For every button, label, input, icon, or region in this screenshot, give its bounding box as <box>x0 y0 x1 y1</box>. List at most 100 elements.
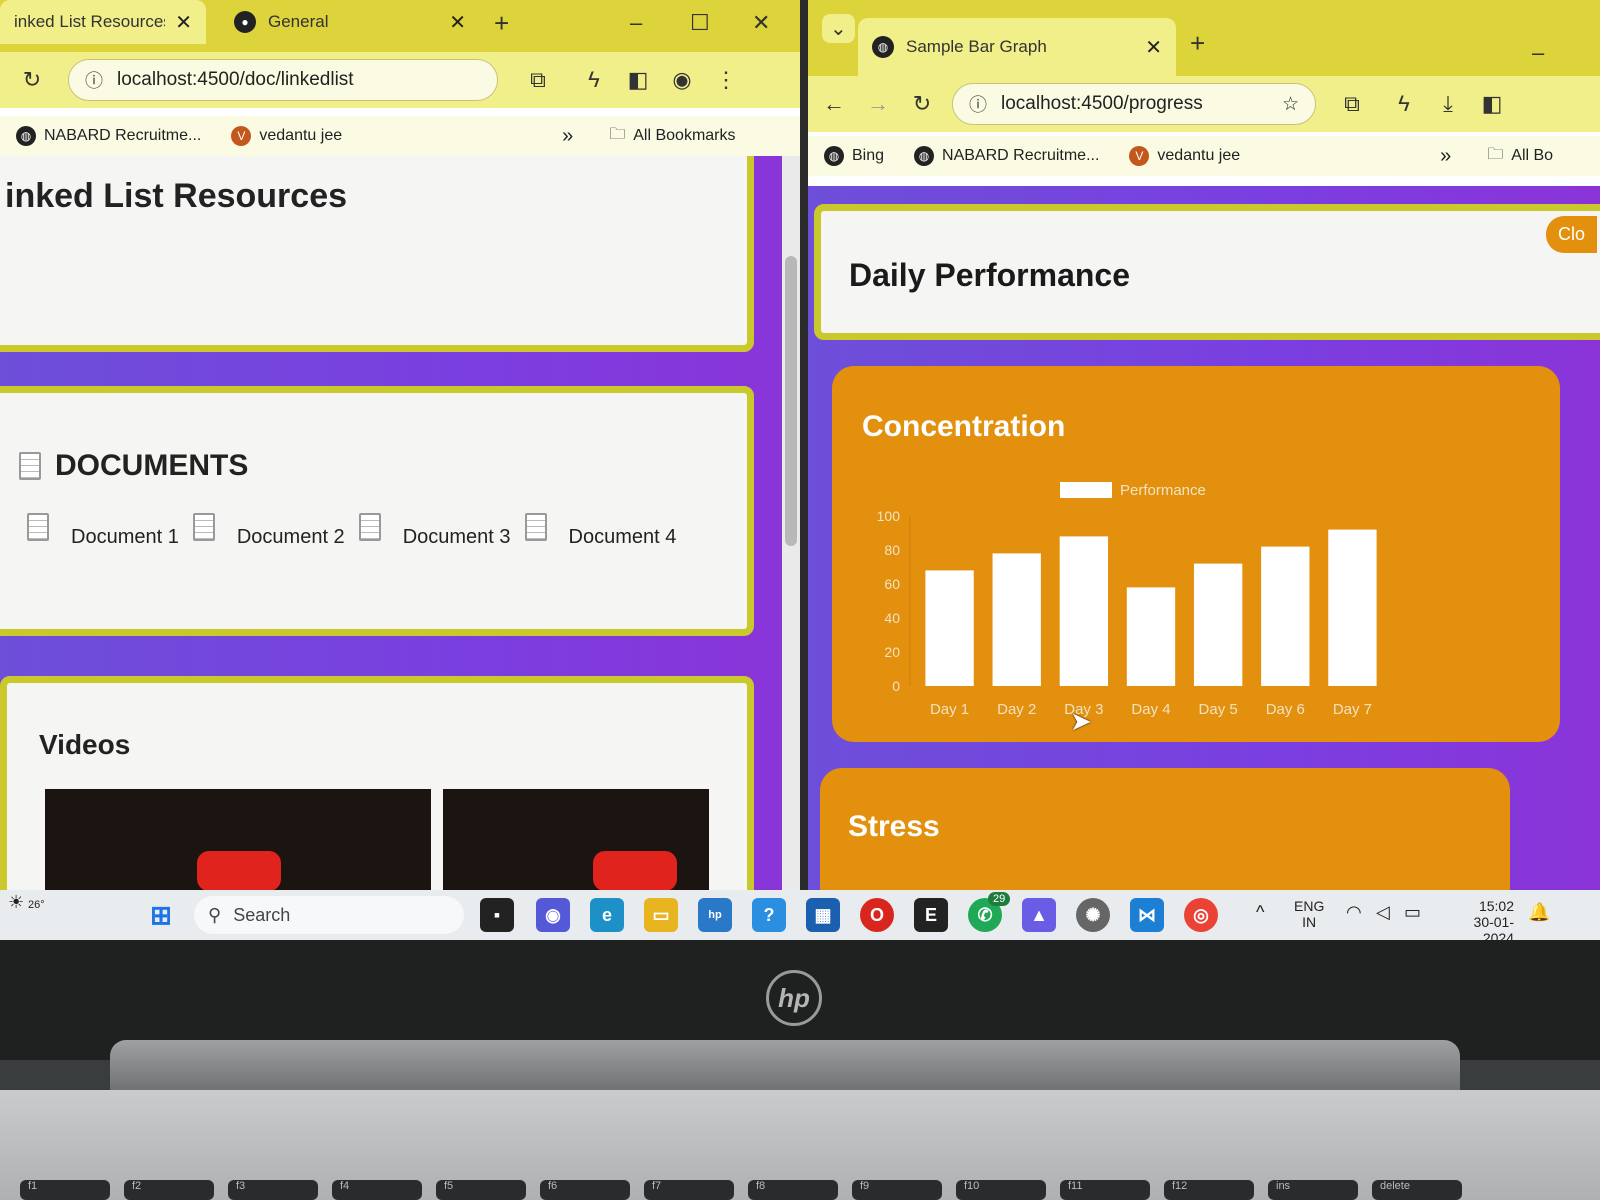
volume-icon[interactable]: ◁ <box>1376 903 1390 921</box>
bookmark-vedantu[interactable]: V vedantu jee <box>1129 146 1240 166</box>
epic-games-icon[interactable]: E <box>914 898 948 932</box>
video-thumbnail-2[interactable] <box>443 789 709 890</box>
myhp-icon[interactable]: hp <box>698 898 732 932</box>
function-key-f9[interactable]: f9 <box>852 1180 942 1200</box>
laptop-screen: inked List Resources ✕ ● General ✕ + – ☐… <box>0 0 1600 940</box>
extensions-icon[interactable]: ⧉ <box>1330 91 1374 117</box>
close-icon[interactable]: ✕ <box>175 10 192 35</box>
close-icon[interactable]: ✕ <box>449 10 466 35</box>
function-key-f7[interactable]: f7 <box>644 1180 734 1200</box>
function-key-f12[interactable]: f12 <box>1164 1180 1254 1200</box>
reload-icon[interactable]: ↻ <box>900 91 944 117</box>
extensions-icon[interactable]: ⧉ <box>516 67 560 93</box>
function-key-f6[interactable]: f6 <box>540 1180 630 1200</box>
vscode-icon[interactable]: ⋈ <box>1130 898 1164 932</box>
new-tab-button[interactable]: + <box>494 8 509 39</box>
extension-bolt-icon[interactable]: ϟ <box>1382 91 1426 117</box>
store-icon[interactable]: ▦ <box>806 898 840 932</box>
side-panel-icon[interactable]: ◧ <box>616 67 660 93</box>
function-key-delete[interactable]: delete <box>1372 1180 1462 1200</box>
search-icon: ⚲ <box>208 904 222 925</box>
show-hidden-icons-icon[interactable]: ^ <box>1256 903 1264 921</box>
toolbar: ↻ ⓘ localhost:4500/doc/linkedlist ⧉ ϟ ◧ … <box>0 52 800 108</box>
github-icon: ● <box>234 11 256 33</box>
all-bookmarks-button[interactable]: 🗀 All Bookmarks <box>609 123 735 150</box>
document-link-4[interactable]: Document 4 <box>524 513 676 549</box>
function-key-f2[interactable]: f2 <box>124 1180 214 1200</box>
side-panel-icon[interactable]: ◧ <box>1470 91 1514 117</box>
task-view-icon[interactable]: ▪ <box>480 898 514 932</box>
rocket-icon[interactable]: ▲ <box>1022 898 1056 932</box>
function-key-f5[interactable]: f5 <box>436 1180 526 1200</box>
document-link-2[interactable]: Document 2 <box>192 513 345 549</box>
chrome-icon[interactable]: ◎ <box>1184 898 1218 932</box>
site-info-icon[interactable]: ⓘ <box>85 67 103 93</box>
function-key-f10[interactable]: f10 <box>956 1180 1046 1200</box>
file-explorer-icon[interactable]: ▭ <box>644 898 678 932</box>
bookmark-vedantu[interactable]: V vedantu jee <box>231 126 342 146</box>
close-button[interactable]: Clo <box>1546 216 1598 253</box>
bar-day-5 <box>1193 563 1243 686</box>
profile-avatar-icon[interactable]: ◉ <box>660 67 704 93</box>
document-link-1[interactable]: Document 1 <box>27 513 179 549</box>
opera-icon[interactable]: O <box>860 898 894 932</box>
bookmark-bing[interactable]: ◍ Bing <box>824 146 884 166</box>
battery-icon[interactable]: ▭ <box>1404 903 1421 921</box>
tab-sample-bar-graph[interactable]: ◍ Sample Bar Graph ✕ <box>858 18 1176 76</box>
extension-bolt-icon[interactable]: ϟ <box>572 67 616 93</box>
all-bookmarks-button[interactable]: 🗀 All Bo <box>1487 143 1553 170</box>
x-tick-label: Day 5 <box>1199 701 1238 718</box>
all-bookmarks-label: All Bookmarks <box>633 127 736 144</box>
tab-linked-list-resources[interactable]: inked List Resources ✕ <box>0 0 206 44</box>
menu-kebab-icon[interactable]: ⋮ <box>704 67 748 93</box>
bookmark-nabard[interactable]: ◍ NABARD Recruitme... <box>16 126 201 146</box>
minimize-icon[interactable]: – <box>630 10 642 36</box>
close-icon[interactable]: ✕ <box>1145 35 1162 60</box>
forward-icon[interactable]: → <box>856 91 900 117</box>
tab-general[interactable]: ● General ✕ <box>220 0 480 44</box>
maximize-icon[interactable]: ☐ <box>690 10 710 36</box>
download-icon[interactable]: ⤓ <box>1426 91 1470 117</box>
video-thumbnail-1[interactable] <box>45 789 431 890</box>
wifi-icon[interactable]: ◠ <box>1346 903 1362 921</box>
close-window-icon[interactable]: ✕ <box>752 10 770 36</box>
windows-start-icon[interactable]: ⊞ <box>144 898 178 932</box>
scrollbar-thumb[interactable] <box>785 256 797 546</box>
minimize-icon[interactable]: – <box>1532 40 1544 66</box>
language-indicator[interactable]: ENG IN <box>1294 898 1324 930</box>
address-bar[interactable]: ⓘ localhost:4500/doc/linkedlist <box>68 59 498 101</box>
more-bookmarks-icon[interactable]: » <box>1440 145 1451 168</box>
function-key-f3[interactable]: f3 <box>228 1180 318 1200</box>
notification-bell-icon[interactable]: 🔔 <box>1528 903 1550 921</box>
document-link-3[interactable]: Document 3 <box>358 513 511 549</box>
new-tab-button[interactable]: + <box>1190 28 1205 59</box>
tab-label: Sample Bar Graph <box>906 37 1047 56</box>
bookmark-star-icon[interactable]: ☆ <box>1282 93 1299 116</box>
function-key-ins[interactable]: ins <box>1268 1180 1358 1200</box>
youtube-play-icon[interactable] <box>593 851 677 890</box>
site-info-icon[interactable]: ⓘ <box>969 91 987 117</box>
v-icon: V <box>231 126 252 146</box>
youtube-play-icon[interactable] <box>197 851 281 890</box>
function-key-f4[interactable]: f4 <box>332 1180 422 1200</box>
chatgpt-icon[interactable]: ✺ <box>1076 898 1110 932</box>
vertical-scrollbar[interactable] <box>782 156 800 890</box>
weather-widget[interactable]: ☀ 26° <box>8 893 45 913</box>
function-key-f1[interactable]: f1 <box>20 1180 110 1200</box>
tab-strip: inked List Resources ✕ ● General ✕ + – ☐… <box>0 0 800 60</box>
taskbar-search[interactable]: ⚲ Search <box>194 896 464 934</box>
clock[interactable]: 15:02 30-01-2024 <box>1444 898 1514 940</box>
back-icon[interactable]: ← <box>812 91 856 117</box>
chat-icon[interactable]: ◉ <box>536 898 570 932</box>
reload-icon[interactable]: ↻ <box>10 67 54 93</box>
help-icon[interactable]: ? <box>752 898 786 932</box>
edge-icon[interactable]: e <box>590 898 624 932</box>
bookmark-nabard[interactable]: ◍ NABARD Recruitme... <box>914 146 1099 166</box>
more-bookmarks-icon[interactable]: » <box>562 125 573 148</box>
x-tick-label: Day 1 <box>930 701 969 718</box>
function-key-f8[interactable]: f8 <box>748 1180 838 1200</box>
x-tick-label: Day 6 <box>1266 701 1305 718</box>
function-key-f11[interactable]: f11 <box>1060 1180 1150 1200</box>
tab-search-icon[interactable]: ⌄ <box>822 14 855 43</box>
address-bar[interactable]: ⓘ localhost:4500/progress ☆ <box>952 83 1316 125</box>
